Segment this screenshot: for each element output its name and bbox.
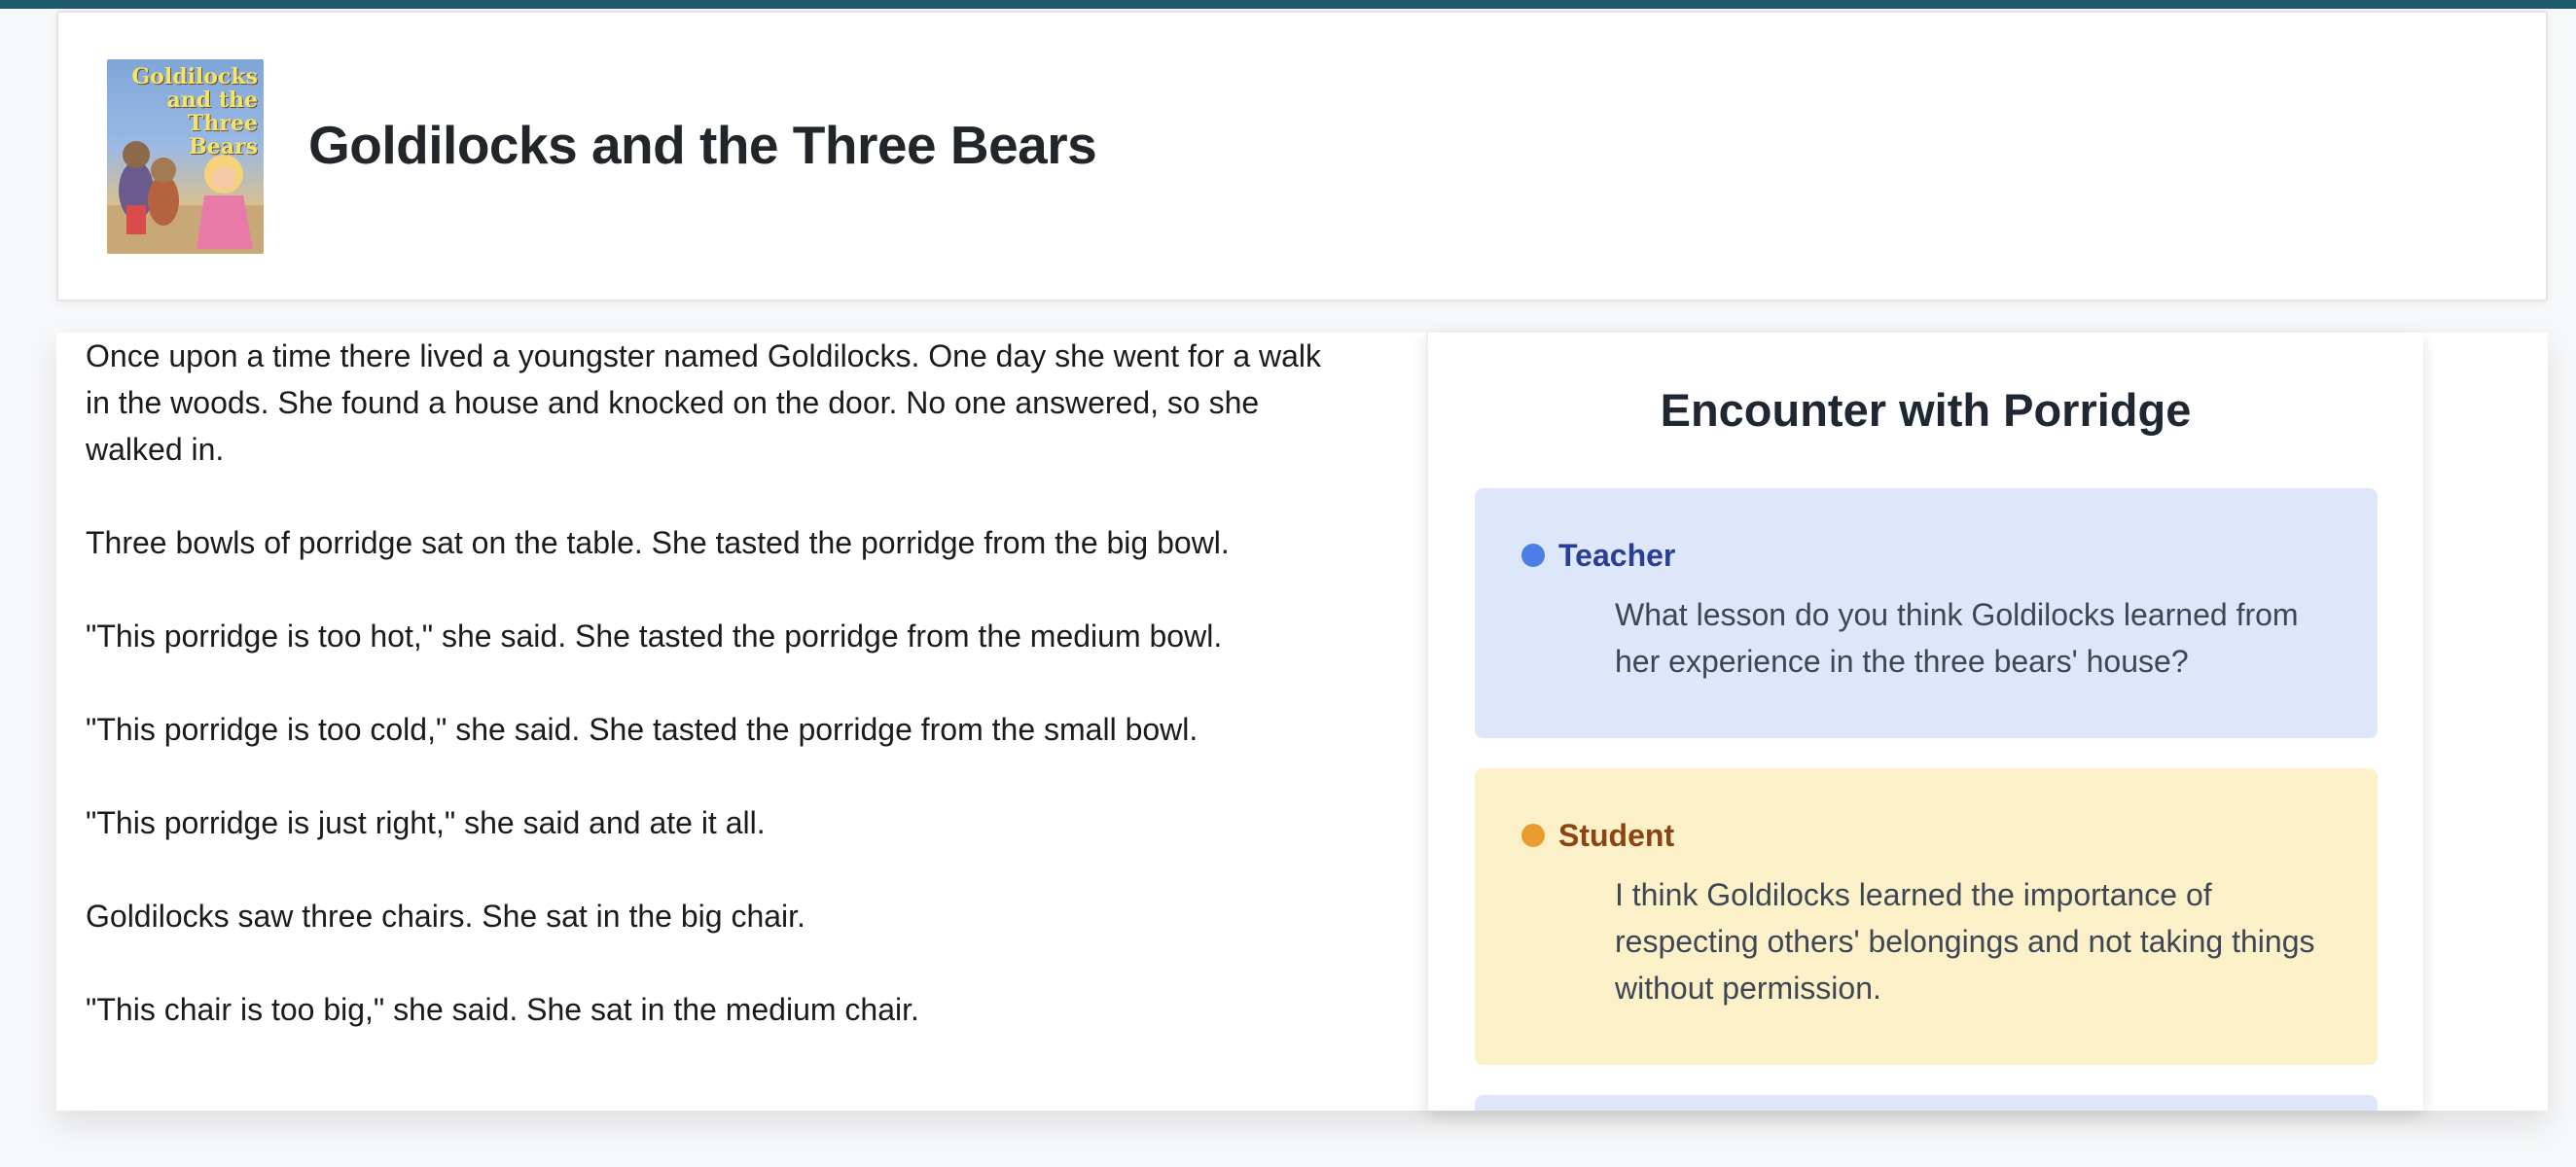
student-message: Student I think Goldilocks learned the i… <box>1475 768 2378 1065</box>
student-dot-icon <box>1521 824 1545 847</box>
book-cover-image: Goldilocks and the Three Bears <box>107 59 264 254</box>
cover-title-text: Goldilocks and the Three Bears <box>131 64 258 159</box>
story-paragraph: Three bowls of porridge sat on the table… <box>86 525 1230 560</box>
teacher-message-text: What lesson do you think Goldilocks lear… <box>1615 597 2299 679</box>
reading-area: Once upon a time there lived a youngster… <box>56 333 2548 1111</box>
story-paragraph: "This porridge is just right," she said … <box>86 805 766 840</box>
teacher-role-row: Teacher <box>1521 537 2331 573</box>
discussion-panel[interactable]: Encounter with Porridge Teacher What les… <box>1426 333 2423 1111</box>
story-paragraph: Goldilocks saw three chairs. She sat in … <box>86 899 805 934</box>
student-label: Student <box>1558 817 1675 853</box>
student-message-text: I think Goldilocks learned the importanc… <box>1615 877 2315 1006</box>
story-paragraph: "This porridge is too hot," she said. Sh… <box>86 619 1223 654</box>
story-paragraph: Once upon a time there lived a youngster… <box>86 338 1322 467</box>
panel-title: Encounter with Porridge <box>1660 384 2192 436</box>
teacher-message: Teacher What lesson do you think Goldilo… <box>1475 488 2378 738</box>
top-accent-bar <box>0 0 2576 9</box>
book-title: Goldilocks and the Three Bears <box>308 115 1097 175</box>
teacher-dot-icon <box>1521 544 1545 567</box>
student-role-row: Student <box>1521 817 2331 853</box>
book-header: Goldilocks and the Three Bears Goldilock… <box>56 11 2548 301</box>
next-message-partial <box>1475 1095 2378 1111</box>
story-paragraph: "This porridge is too cold," she said. S… <box>86 712 1199 747</box>
story-paragraph: "This chair is too big," she said. She s… <box>86 992 919 1027</box>
story-text: Once upon a time there lived a youngster… <box>86 333 1350 1079</box>
teacher-label: Teacher <box>1558 537 1676 573</box>
